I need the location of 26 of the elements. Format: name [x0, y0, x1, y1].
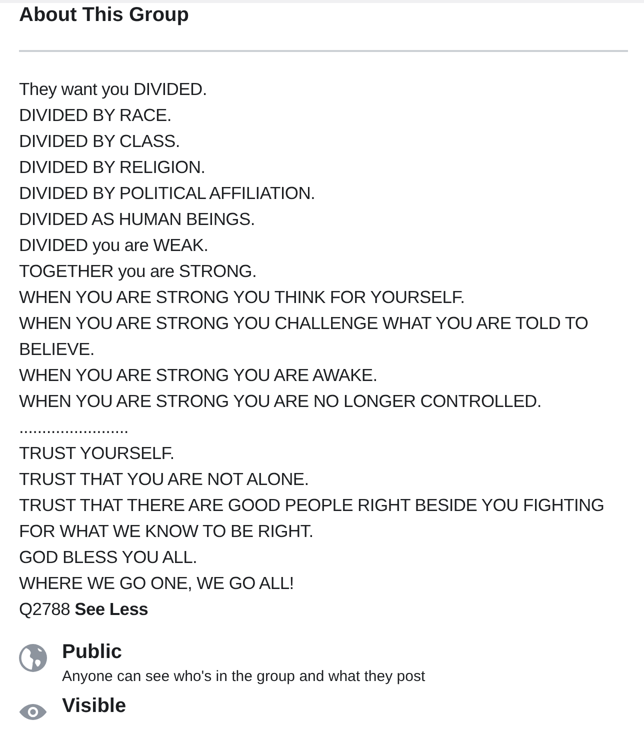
description-line: DIVIDED BY RACE.: [19, 104, 172, 127]
group-code: Q2788: [19, 599, 70, 619]
description-line: DIVIDED you are WEAK.: [19, 234, 210, 257]
description-line: TRUST YOURSELF.: [19, 442, 176, 465]
see-less-link[interactable]: See Less: [74, 599, 148, 619]
description-line: GOD BLESS YOU ALL.: [19, 546, 198, 569]
description-line: TRUST THAT YOU ARE NOT ALONE.: [19, 468, 310, 491]
privacy-description: Anyone can see who's in the group and what they post: [62, 667, 426, 687]
description-line: WHEN YOU ARE STRONG YOU ARE AWAKE.: [19, 364, 378, 387]
description-line: DIVIDED AS HUMAN BEINGS.: [19, 208, 256, 231]
description-line: They want you DIVIDED.: [19, 78, 208, 101]
description-line: DIVIDED BY CLASS.: [19, 130, 181, 153]
description-line: WHEN YOU ARE STRONG YOU THINK FOR YOURSELF.: [19, 286, 466, 309]
description-line: WHEN YOU ARE STRONG YOU ARE NO LONGER CONTROLLED.: [19, 390, 542, 413]
description-line: WHERE WE GO ONE, WE GO ALL!: [19, 572, 295, 595]
description-line: TOGETHER you are STRONG.: [19, 260, 258, 283]
description-line: DIVIDED BY RELIGION.: [19, 156, 206, 179]
section-heading: About This Group: [19, 3, 190, 27]
description-line: DIVIDED BY POLITICAL AFFILIATION.: [19, 182, 316, 205]
eye-icon: [19, 704, 47, 720]
description-line: ........................: [19, 416, 130, 439]
description-line: TRUST THAT THERE ARE GOOD PEOPLE RIGHT BESIDE YOU FIGHTING FOR WHAT WE KNOW TO BE RIGHT.: [19, 494, 606, 543]
privacy-title: Visible: [62, 694, 126, 719]
description-line: WHEN YOU ARE STRONG YOU CHALLENGE WHAT YOU ARE TOLD TO BELIEVE.: [19, 312, 590, 361]
privacy-title: Public: [62, 640, 124, 665]
globe-icon: [19, 644, 47, 672]
